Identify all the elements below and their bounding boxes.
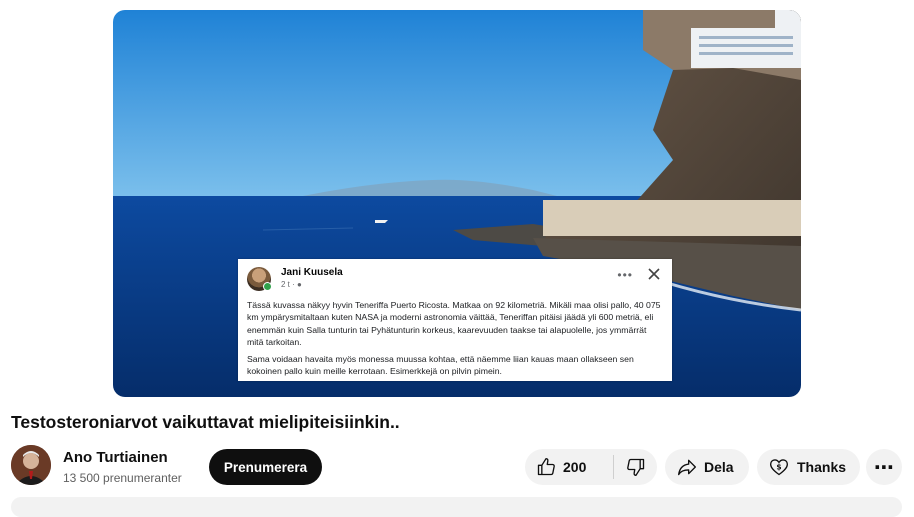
video-player[interactable]: Jani Kuusela 2 t · ● ••• Tässä kuvassa n… (113, 10, 801, 397)
channel-avatar-image (11, 445, 51, 485)
share-arrow-icon (678, 459, 696, 476)
share-label: Dela (704, 459, 734, 475)
like-button[interactable]: 200 (525, 449, 613, 485)
subscriber-count: 13 500 prenumeranter (63, 471, 182, 485)
globe-icon: ● (297, 280, 302, 289)
thumb-down-icon (626, 458, 644, 476)
description-box[interactable] (11, 497, 902, 517)
facebook-post-overlay: Jani Kuusela 2 t · ● ••• Tässä kuvassa n… (238, 259, 672, 381)
more-actions-button[interactable]: ⋯ (866, 449, 902, 485)
thanks-label: Thanks (797, 459, 847, 475)
thanks-button[interactable]: $ Thanks (757, 449, 860, 485)
dislike-button[interactable] (614, 449, 657, 485)
post-author-name: Jani Kuusela (281, 267, 343, 278)
thumb-up-icon (537, 458, 555, 476)
svg-text:$: $ (776, 463, 781, 472)
like-dislike-group: 200 (525, 449, 657, 485)
share-button[interactable]: Dela (665, 449, 749, 485)
close-icon (648, 268, 660, 280)
post-paragraph-1: Tässä kuvassa näkyy hyvin Teneriffa Puer… (247, 300, 661, 347)
post-paragraph-2: Sama voidaan havaita myös monessa muussa… (247, 354, 634, 377)
more-horizontal-icon: ⋯ (874, 456, 894, 479)
like-count: 200 (563, 459, 587, 475)
post-meta: 2 t · ● (281, 280, 302, 289)
post-author-avatar (247, 267, 272, 291)
subscribe-button[interactable]: Prenumerera (209, 449, 322, 485)
more-horizontal-icon: ••• (617, 268, 633, 282)
video-title: Testosteroniarvot vaikuttavat mielipitei… (11, 412, 400, 432)
heart-dollar-icon: $ (769, 459, 789, 476)
channel-name[interactable]: Ano Turtiainen (63, 449, 168, 466)
channel-avatar[interactable] (11, 445, 51, 485)
